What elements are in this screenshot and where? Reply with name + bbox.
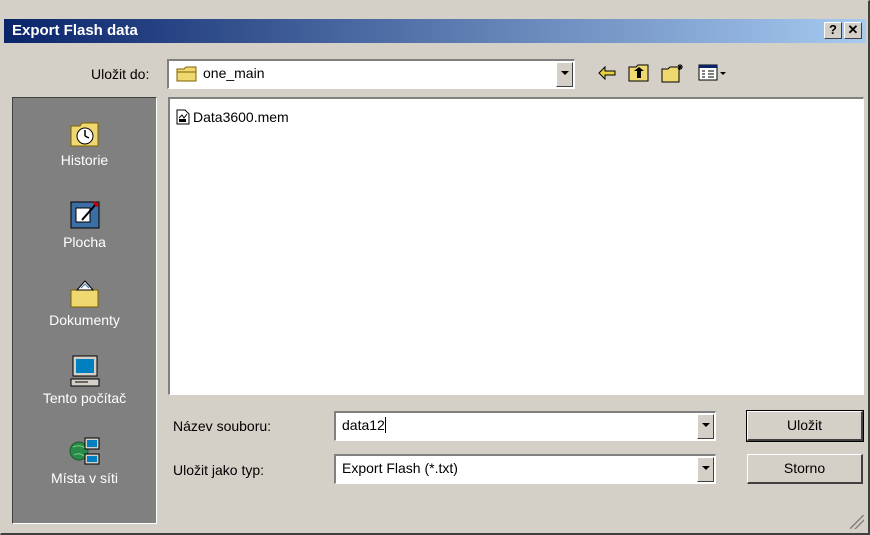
filename-input[interactable]: data12 <box>334 411 716 441</box>
cancel-button[interactable]: Storno <box>747 454 863 484</box>
new-folder-icon[interactable] <box>661 63 685 83</box>
place-label: Historie <box>60 152 109 168</box>
folder-icon <box>176 66 197 82</box>
places-bar: Historie Plocha Dokumenty Tento počítač … <box>12 97 157 524</box>
place-network[interactable]: Místa v síti <box>13 434 156 486</box>
place-label: Tento počítač <box>42 390 127 406</box>
filetype-dropdown-arrow[interactable] <box>697 457 714 482</box>
export-flash-dialog: Export Flash data ? ✕ Uložit do: one_mai… <box>0 0 870 535</box>
place-documents[interactable]: Dokumenty <box>13 276 156 328</box>
text-caret <box>384 417 386 433</box>
title-bar[interactable]: Export Flash data ? ✕ <box>4 19 866 43</box>
save-in-dropdown-arrow[interactable] <box>556 62 573 87</box>
dialog-title: Export Flash data <box>12 22 138 39</box>
save-in-label: Uložit do: <box>91 66 150 82</box>
close-button[interactable]: ✕ <box>844 22 862 39</box>
network-places-icon <box>69 437 99 465</box>
filetype-select[interactable]: Export Flash (*.txt) <box>334 454 716 484</box>
filename-dropdown-arrow[interactable] <box>697 414 714 439</box>
save-in-combo[interactable]: one_main <box>167 59 575 89</box>
back-icon[interactable] <box>597 63 617 83</box>
place-history[interactable]: Historie <box>13 116 156 168</box>
save-button[interactable]: Uložit <box>746 410 864 442</box>
help-button[interactable]: ? <box>824 22 842 39</box>
file-list[interactable]: Data3600.mem <box>168 97 864 395</box>
resize-grip[interactable] <box>850 515 864 529</box>
filename-value: data12 <box>342 417 385 433</box>
filetype-value: Export Flash (*.txt) <box>342 460 458 476</box>
place-label: Místa v síti <box>51 470 118 486</box>
history-icon <box>70 122 98 147</box>
filetype-label: Uložit jako typ: <box>173 462 265 478</box>
filename-label: Název souboru: <box>173 418 272 434</box>
place-label: Dokumenty <box>49 312 120 328</box>
view-menu-icon[interactable] <box>698 63 728 83</box>
list-item[interactable]: Data3600.mem <box>176 109 289 125</box>
mem-file-icon <box>176 109 190 125</box>
place-desktop[interactable]: Plocha <box>13 198 156 250</box>
documents-icon <box>70 280 98 308</box>
my-computer-icon <box>70 355 99 387</box>
save-in-value: one_main <box>203 65 265 81</box>
up-one-level-icon[interactable] <box>628 63 650 83</box>
file-name: Data3600.mem <box>193 109 289 125</box>
desktop-icon <box>70 200 99 229</box>
place-label: Plocha <box>63 234 106 250</box>
place-my-computer[interactable]: Tento počítač <box>13 354 156 406</box>
